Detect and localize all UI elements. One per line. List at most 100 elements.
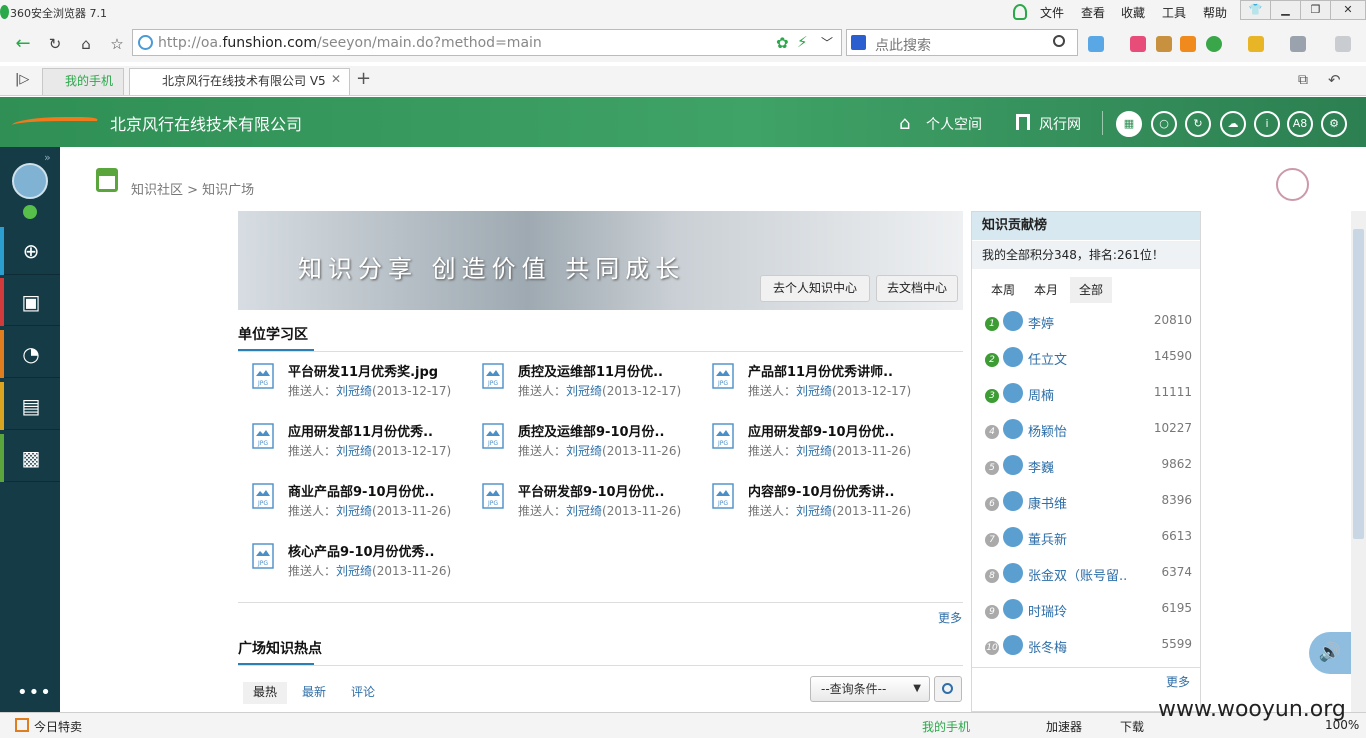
study-item[interactable]: JPG 平台研发部9-10月份优.. 推送人：刘冠绮(2013-11-26) — [482, 481, 702, 525]
maximize-button[interactable]: ❐ — [1300, 0, 1331, 20]
menu-help[interactable]: 帮助 — [1203, 4, 1227, 21]
status-download[interactable]: 下载 — [1120, 718, 1144, 735]
speaker-icon[interactable]: 🔊 — [1309, 632, 1351, 674]
hot-tab-comments[interactable]: 评论 — [341, 682, 385, 704]
study-item-title[interactable]: 应用研发部9-10月份优.. — [748, 421, 894, 440]
search-box[interactable]: 点此搜索 — [846, 29, 1078, 56]
user-avatar-icon[interactable] — [1003, 599, 1023, 619]
refresh-icon[interactable]: ↻ — [43, 32, 67, 56]
personal-knowledge-button[interactable]: 去个人知识中心 — [760, 275, 870, 302]
minimize-button[interactable]: ▁ — [1270, 0, 1301, 20]
rank-user-name[interactable]: 时瑞玲 — [1028, 601, 1138, 620]
info-icon[interactable]: i — [1254, 111, 1280, 137]
study-item-title[interactable]: 产品部11月份优秀讲师.. — [748, 361, 893, 380]
nav-funshion[interactable]: 风行网 — [1039, 114, 1081, 134]
shop-icon[interactable] — [1206, 36, 1222, 52]
tab-funshion-oa[interactable]: 北京风行在线技术有限公司 V5 — [129, 68, 350, 95]
expand-chevron-icon[interactable]: » — [44, 151, 51, 164]
study-item[interactable]: JPG 质控及运维部11月份优.. 推送人：刘冠绮(2013-12-17) — [482, 361, 702, 405]
undo-close-icon[interactable]: ↶ — [1328, 71, 1341, 89]
sidebar-dashboard-button[interactable]: ◔ — [0, 330, 60, 378]
user-avatar-icon[interactable] — [1003, 563, 1023, 583]
house-icon[interactable]: ⌂ — [899, 113, 910, 134]
study-item-title[interactable]: 内容部9-10月份优秀讲.. — [748, 481, 894, 500]
query-search-button[interactable] — [934, 676, 962, 702]
study-item[interactable]: JPG 产品部11月份优秀讲师.. 推送人：刘冠绮(2013-12-17) — [712, 361, 932, 405]
grid-icon[interactable]: ▦ — [1116, 111, 1142, 137]
study-item-title[interactable]: 应用研发部11月份优秀.. — [288, 421, 433, 440]
rank-user-name[interactable]: 张冬梅 — [1028, 637, 1138, 656]
clock-widget-icon[interactable] — [1276, 168, 1309, 201]
study-item[interactable]: JPG 应用研发部11月份优秀.. 推送人：刘冠绮(2013-12-17) — [252, 421, 472, 465]
study-item[interactable]: JPG 核心产品9-10月份优秀.. 推送人：刘冠绮(2013-11-26) — [252, 541, 472, 585]
user-avatar[interactable] — [12, 163, 48, 199]
user-avatar-icon[interactable] — [1003, 383, 1023, 403]
user-avatar-icon[interactable] — [1003, 455, 1023, 475]
search-engine-icon[interactable] — [851, 35, 866, 50]
nav-personal-space[interactable]: 个人空间 — [926, 114, 982, 134]
study-item-sender[interactable]: 刘冠绮 — [566, 444, 602, 458]
study-item-sender[interactable]: 刘冠绮 — [336, 504, 372, 518]
menu-icon[interactable] — [1335, 36, 1351, 52]
home-icon[interactable]: ⌂ — [74, 32, 98, 56]
study-item[interactable]: JPG 平台研发11月优秀奖.jpg 推送人：刘冠绮(2013-12-17) — [252, 361, 472, 405]
status-daily-deals[interactable]: 今日特卖 — [34, 718, 82, 735]
rank-tab-month[interactable]: 本月 — [1025, 277, 1067, 303]
apps-icon[interactable] — [1088, 36, 1104, 52]
study-item-sender[interactable]: 刘冠绮 — [796, 504, 832, 518]
flight-icon[interactable] — [1180, 36, 1196, 52]
rank-tab-all[interactable]: 全部 — [1070, 277, 1113, 303]
sidebar-new-button[interactable]: ⊕ — [0, 227, 60, 275]
menu-file[interactable]: 文件 — [1040, 4, 1064, 21]
study-item-sender[interactable]: 刘冠绮 — [336, 384, 372, 398]
user-avatar-icon[interactable] — [1003, 347, 1023, 367]
page-scrollbar[interactable] — [1351, 211, 1366, 712]
new-tab-icon[interactable]: + — [356, 68, 371, 89]
search-icon[interactable]: ○ — [1151, 111, 1177, 137]
menu-tools[interactable]: 工具 — [1162, 4, 1186, 21]
sync-icon[interactable]: ↻ — [1185, 111, 1211, 137]
tab-my-phone[interactable]: 我的手机 — [42, 68, 124, 95]
lightning-icon[interactable]: ⚡ — [797, 33, 808, 51]
hot-tab-hottest[interactable]: 最热 — [243, 682, 288, 704]
study-item-sender[interactable]: 刘冠绮 — [566, 384, 602, 398]
study-item[interactable]: JPG 质控及运维部9-10月份.. 推送人：刘冠绮(2013-11-26) — [482, 421, 702, 465]
recent-tabs-icon[interactable]: ⧉ — [1298, 72, 1308, 88]
star-icon[interactable]: ☆ — [105, 32, 129, 56]
a8-icon[interactable]: A8 — [1287, 111, 1313, 137]
study-item-title[interactable]: 平台研发11月优秀奖.jpg — [288, 361, 438, 380]
back-icon[interactable]: ← — [11, 32, 35, 56]
study-item-title[interactable]: 平台研发部9-10月份优.. — [518, 481, 664, 500]
close-window-button[interactable]: ✕ — [1330, 0, 1366, 20]
skin-button[interactable]: 👕 — [1240, 0, 1271, 20]
close-tab-icon[interactable]: ✕ — [331, 72, 341, 86]
study-item[interactable]: JPG 内容部9-10月份优秀讲.. 推送人：刘冠绮(2013-11-26) — [712, 481, 932, 525]
extension-icon[interactable] — [1130, 36, 1146, 52]
user-icon[interactable] — [1013, 4, 1027, 20]
study-item[interactable]: JPG 应用研发部9-10月份优.. 推送人：刘冠绮(2013-11-26) — [712, 421, 932, 465]
study-item-title[interactable]: 质控及运维部11月份优.. — [518, 361, 663, 380]
study-item-title[interactable]: 商业产品部9-10月份优.. — [288, 481, 434, 500]
rank-user-name[interactable]: 周楠 — [1028, 385, 1138, 404]
sidebar-toggle-icon[interactable]: |▷ — [15, 72, 29, 87]
rank-user-name[interactable]: 李婷 — [1028, 313, 1138, 332]
more-dots-icon[interactable]: ••• — [17, 682, 52, 703]
settings-gear-icon[interactable]: ⚙ — [1321, 111, 1347, 137]
sidebar-toolbox-button[interactable]: ▩ — [0, 434, 60, 482]
status-accelerator[interactable]: 加速器 — [1046, 718, 1082, 735]
study-item-sender[interactable]: 刘冠绮 — [336, 564, 372, 578]
study-item-sender[interactable]: 刘冠绮 — [796, 384, 832, 398]
rank-user-name[interactable]: 康书维 — [1028, 493, 1138, 512]
sidebar-work-button[interactable]: ▣ — [0, 278, 60, 326]
scroll-thumb[interactable] — [1353, 229, 1364, 539]
rank-user-name[interactable]: 张金双（账号留.. — [1028, 565, 1138, 584]
rank-user-name[interactable]: 杨颖怡 — [1028, 421, 1138, 440]
study-item-sender[interactable]: 刘冠绮 — [796, 444, 832, 458]
address-bar[interactable]: http://oa.funshion.com/seeyon/main.do?me… — [132, 29, 842, 56]
cloud-icon[interactable]: ☁ — [1220, 111, 1246, 137]
calendar-icon[interactable] — [1156, 36, 1172, 52]
search-icon[interactable] — [1053, 35, 1065, 47]
rank-tab-week[interactable]: 本周 — [982, 277, 1024, 303]
hot-tab-newest[interactable]: 最新 — [292, 682, 336, 704]
study-more-link[interactable]: 更多 — [938, 609, 962, 626]
